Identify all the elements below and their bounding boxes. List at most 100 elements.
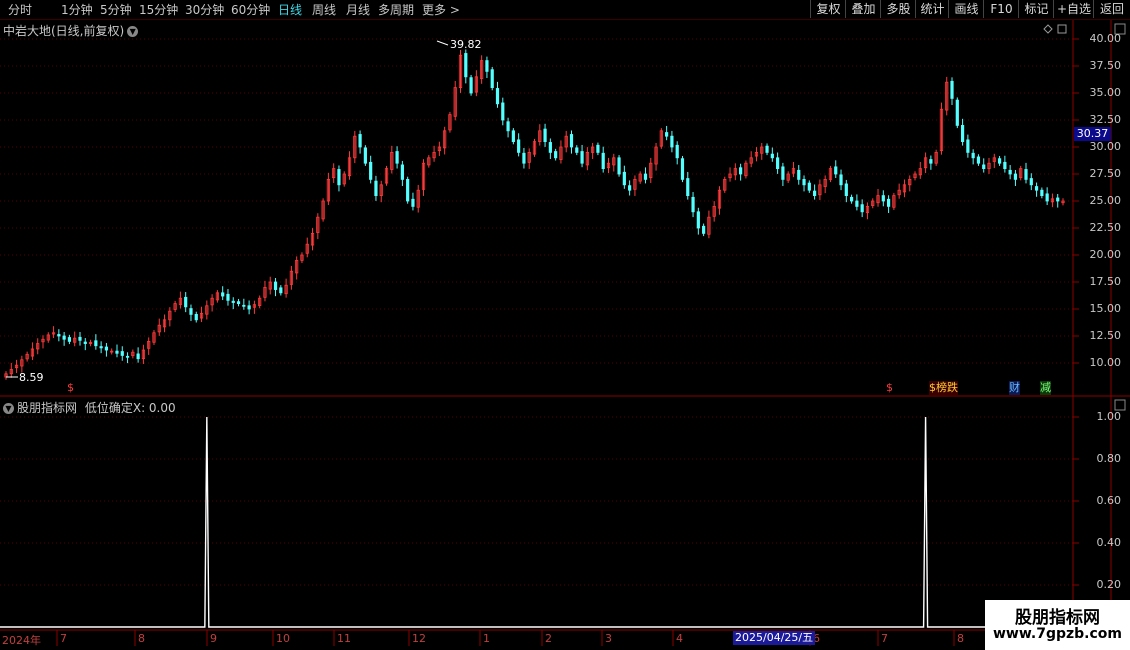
candle-body <box>680 158 685 180</box>
x-axis-month-label: 12 <box>412 632 426 645</box>
candle-body <box>860 204 864 213</box>
candle-body <box>1045 193 1049 202</box>
candle-body <box>850 196 854 202</box>
event-marker-finance[interactable]: 财 <box>1009 381 1020 395</box>
candle-body <box>813 190 817 196</box>
x-axis-month-label: 8 <box>138 632 145 645</box>
high-price-label: 39.82 <box>450 38 482 51</box>
candle-body <box>844 183 848 197</box>
candle-body <box>1003 161 1007 169</box>
chevron-down-icon[interactable]: ▼ <box>3 403 14 414</box>
candle-body <box>1040 189 1044 196</box>
event-marker-ranking[interactable]: $榜跌 <box>929 381 958 395</box>
candle-body <box>83 341 87 344</box>
candle-body <box>369 161 373 180</box>
candle-body <box>247 305 251 310</box>
x-axis-month-label: 11 <box>337 632 351 645</box>
candle-body <box>797 169 801 180</box>
y-axis-label: 0.20 <box>1096 578 1122 591</box>
candle-body <box>189 308 193 315</box>
candle-body <box>226 293 230 301</box>
y-axis-label: 22.50 <box>1089 221 1122 234</box>
candle-body <box>596 144 600 153</box>
candle-body <box>57 334 61 337</box>
candle-body <box>966 139 970 153</box>
candle-body <box>643 173 648 180</box>
candle-body <box>94 340 98 347</box>
y-axis-label: 17.50 <box>1089 275 1122 288</box>
candle-body <box>78 336 82 341</box>
candle-body <box>517 139 521 153</box>
candle-body <box>971 152 975 159</box>
candle-body <box>569 134 574 148</box>
x-axis-month-label: 9 <box>210 632 217 645</box>
y-axis-label: 10.00 <box>1089 356 1122 369</box>
candle-body <box>1029 178 1033 186</box>
main-chart-title[interactable]: 中岩大地(日线,前复权) ▼ <box>3 22 139 39</box>
y-axis-label: 37.50 <box>1089 59 1122 72</box>
indicator-title[interactable]: ▼ 股朋指标网 低位确定X: 0.00 <box>3 399 176 416</box>
candle-body <box>881 195 885 202</box>
candle-body <box>976 156 981 164</box>
candle-body <box>115 350 119 354</box>
candle-body <box>1056 197 1060 202</box>
candle-body <box>411 198 415 207</box>
candle-body <box>337 169 341 186</box>
candle-body <box>622 171 626 186</box>
candle-body <box>543 128 547 143</box>
candle-body <box>184 296 188 308</box>
candle-body <box>950 80 954 99</box>
y-axis-label: 0.60 <box>1096 494 1122 507</box>
candle-body <box>617 157 621 175</box>
candle-body <box>1008 169 1012 175</box>
price-chart[interactable] <box>0 0 1130 650</box>
candle-body <box>400 164 404 180</box>
y-axis-label: 35.00 <box>1089 86 1122 99</box>
candle-body <box>395 151 399 164</box>
y-axis-label: 32.50 <box>1089 113 1122 126</box>
candle-body <box>855 200 859 207</box>
candle-body <box>580 151 584 164</box>
candle-body <box>702 225 706 234</box>
event-marker-dividend[interactable]: $ <box>67 381 74 395</box>
x-axis-month-label: 10 <box>276 632 290 645</box>
y-axis-label: 0.80 <box>1096 452 1122 465</box>
candle-body <box>511 130 515 143</box>
candle-body <box>67 337 72 342</box>
candle-body <box>886 198 891 207</box>
candle-body <box>960 125 965 143</box>
indicator-series-label: 低位确定X: 0.00 <box>84 401 176 415</box>
candle-body <box>522 152 526 164</box>
candle-body <box>739 167 743 175</box>
x-axis-year: 2024年 <box>2 634 41 647</box>
candle-body <box>997 158 1002 164</box>
candle-body <box>279 287 283 294</box>
candle-body <box>490 69 494 88</box>
candle-body <box>770 153 774 159</box>
high-marker <box>436 40 449 46</box>
candle-body <box>670 135 674 148</box>
candle-body <box>242 304 246 307</box>
candle-body <box>363 147 367 164</box>
low-price-label: 8.59 <box>19 371 44 384</box>
chevron-down-icon[interactable]: ▼ <box>127 26 139 37</box>
candle-body <box>194 313 198 321</box>
event-marker-reduce[interactable]: 减 <box>1040 381 1051 395</box>
y-axis-label: 27.50 <box>1089 167 1122 180</box>
event-marker-dividend[interactable]: $ <box>886 381 893 395</box>
candle-body <box>834 166 838 175</box>
chart-title-text: 中岩大地(日线,前复权) <box>3 24 125 38</box>
candle-body <box>1024 169 1028 180</box>
candle-body <box>136 353 140 360</box>
candle-body <box>495 88 500 105</box>
candle-body <box>807 182 811 191</box>
candle-body <box>691 196 695 213</box>
x-axis-month-label: 2 <box>545 632 552 645</box>
candle-body <box>374 180 378 197</box>
diamond-icon <box>1043 24 1053 34</box>
square-icon <box>1057 24 1067 34</box>
candle-body <box>686 178 690 196</box>
y-axis-label: 0.40 <box>1096 536 1122 549</box>
candle-body <box>236 301 241 305</box>
candle-body <box>665 132 669 137</box>
